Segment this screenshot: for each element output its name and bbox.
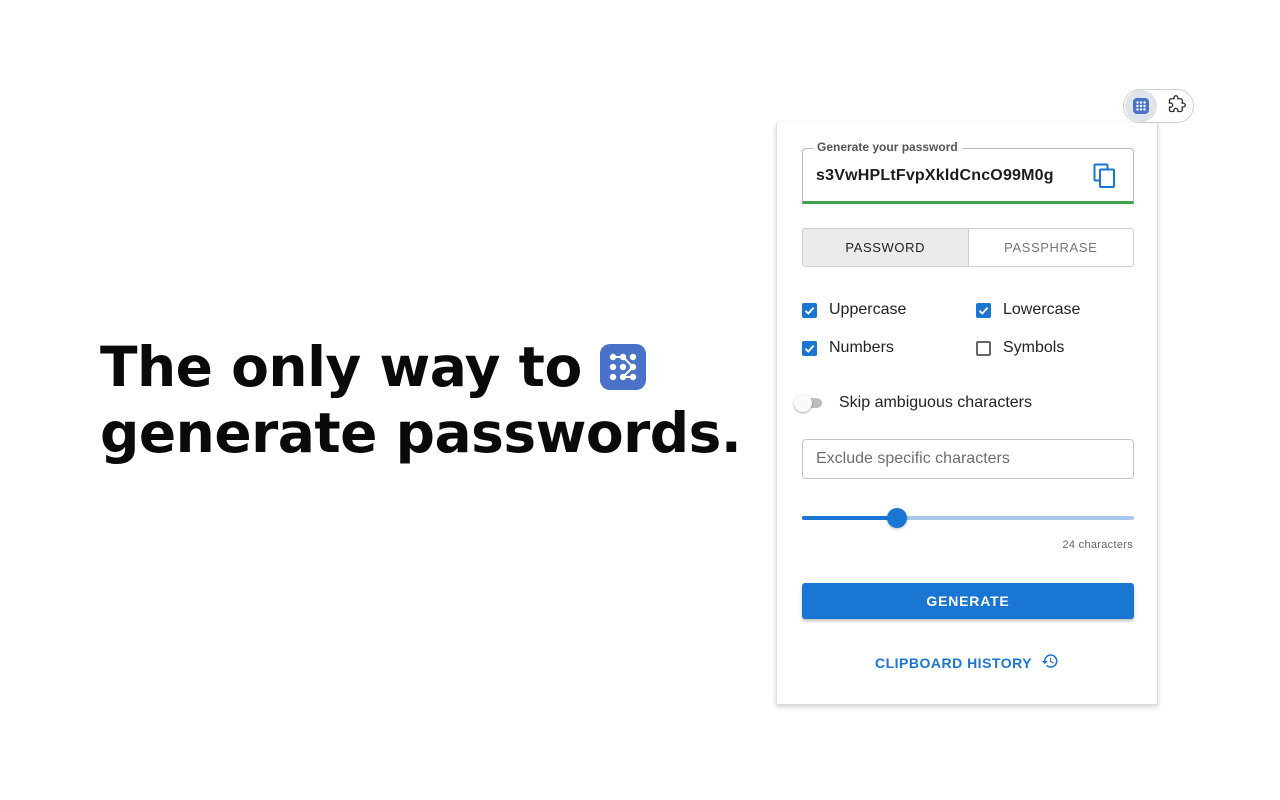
dot-grid-logo-icon: [1133, 98, 1149, 114]
uppercase-label: Uppercase: [829, 301, 907, 318]
extensions-menu-button[interactable]: [1161, 90, 1193, 122]
lowercase-checkbox[interactable]: [976, 302, 991, 318]
hero-line-1: The only way to: [100, 334, 741, 400]
generate-button[interactable]: GENERATE: [802, 583, 1134, 619]
symbols-checkbox[interactable]: [976, 340, 991, 356]
extension-toolbar: [1123, 89, 1194, 123]
mode-tabs: PASSWORD PASSPHRASE: [802, 228, 1134, 267]
puzzle-icon: [1168, 94, 1186, 118]
dot-grid-logo-icon: [599, 344, 646, 390]
hero-headline: The only way to generate passwords.: [100, 334, 742, 466]
lowercase-option[interactable]: Lowercase: [976, 301, 1080, 319]
symbols-option[interactable]: Symbols: [976, 339, 1064, 357]
slider-thumb[interactable]: [886, 508, 907, 528]
numbers-option[interactable]: Numbers: [802, 339, 894, 357]
generated-password-field[interactable]: Generate your password s3VwHPLtFvpXkldCn…: [802, 140, 1134, 204]
copy-icon[interactable]: [1093, 163, 1117, 189]
tab-password[interactable]: PASSWORD: [803, 229, 969, 266]
tab-passphrase[interactable]: PASSPHRASE: [969, 229, 1134, 266]
history-icon: [1032, 652, 1059, 673]
symbols-label: Symbols: [1003, 339, 1065, 356]
generated-password[interactable]: s3VwHPLtFvpXkldCncO99M0g: [816, 167, 1054, 185]
numbers-checkbox[interactable]: [802, 340, 817, 356]
hero-text-1: The only way to: [100, 335, 582, 399]
hero-line-2: generate passwords.: [100, 401, 742, 465]
uppercase-option[interactable]: Uppercase: [802, 301, 906, 319]
length-slider[interactable]: [802, 508, 1134, 528]
lowercase-label: Lowercase: [1003, 301, 1081, 318]
extension-button[interactable]: [1125, 90, 1157, 122]
switch-thumb[interactable]: [794, 394, 812, 412]
exclude-characters-input[interactable]: [802, 439, 1134, 479]
uppercase-checkbox[interactable]: [802, 302, 817, 318]
slider-track: [802, 516, 897, 520]
clipboard-history-label: CLIPBOARD HISTORY: [874, 654, 1033, 671]
skip-ambiguous-label: Skip ambiguous characters: [839, 394, 1032, 411]
numbers-label: Numbers: [829, 339, 894, 356]
password-field-label: Generate your password: [813, 140, 962, 154]
clipboard-history-button[interactable]: CLIPBOARD HISTORY: [777, 652, 1157, 673]
password-generator-popup: Generate your password s3VwHPLtFvpXkldCn…: [776, 123, 1158, 705]
skip-ambiguous-switch[interactable]: [794, 394, 824, 412]
length-value-label: 24 characters: [1062, 539, 1133, 551]
